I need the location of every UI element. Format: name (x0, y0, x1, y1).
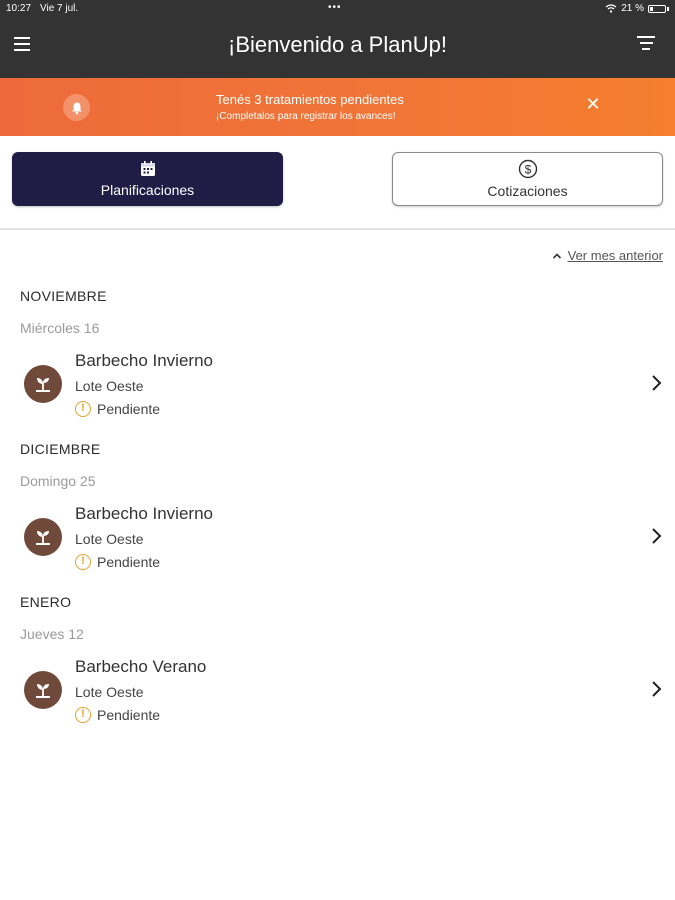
status-label: Pendiente (97, 554, 161, 570)
status-right: 21 % (605, 3, 669, 14)
status-time: 10:27 (6, 3, 32, 14)
close-icon[interactable]: ✕ (583, 94, 603, 114)
status-bar: 10:27 Vie 7 jul. ••• 21 % (0, 0, 675, 18)
banner-title: Tenés 3 tratamientos pendientes (216, 92, 404, 107)
dollar-circle-icon: $ (518, 159, 537, 179)
svg-text:$: $ (524, 163, 531, 177)
treatment-row[interactable]: Barbecho Invierno Lote Oeste ! Pendiente (0, 496, 675, 576)
treatment-title: Barbecho Verano (75, 657, 207, 676)
chevron-right-icon (652, 375, 662, 391)
tab-cotizaciones-label: Cotizaciones (487, 183, 568, 199)
month-header: NOVIEMBRE (20, 288, 107, 304)
bell-icon (63, 94, 90, 121)
sprout-icon (24, 671, 62, 709)
prev-month-link[interactable]: Ver mes anterior (552, 248, 663, 263)
month-header: DICIEMBRE (20, 441, 101, 457)
banner-subtitle: ¡Completalos para registrar los avances! (216, 111, 396, 122)
status-date: Vie 7 jul. (40, 3, 79, 14)
warning-icon: ! (75, 401, 91, 417)
battery-icon (648, 4, 666, 13)
tab-planificaciones-label: Planificaciones (100, 182, 195, 198)
day-header: Domingo 25 (20, 473, 96, 489)
treatment-lote: Lote Oeste (75, 378, 144, 394)
battery-tip (667, 6, 669, 11)
treatment-status: ! Pendiente (75, 401, 160, 417)
warning-icon: ! (75, 707, 91, 723)
sprout-icon (24, 365, 62, 403)
treatment-title: Barbecho Invierno (75, 504, 213, 523)
treatment-lote: Lote Oeste (75, 684, 144, 700)
divider (0, 228, 675, 230)
treatment-row[interactable]: Barbecho Verano Lote Oeste ! Pendiente (0, 649, 675, 729)
warning-icon: ! (75, 554, 91, 570)
treatment-status: ! Pendiente (75, 707, 160, 723)
tab-cotizaciones[interactable]: $ Cotizaciones (392, 152, 663, 206)
filter-icon[interactable] (635, 36, 657, 58)
treatment-title: Barbecho Invierno (75, 351, 213, 370)
chevron-up-icon (552, 252, 561, 259)
multitask-dots: ••• (328, 2, 342, 13)
day-header: Jueves 12 (20, 626, 84, 642)
battery-percent: 21 % (621, 3, 644, 14)
treatment-lote: Lote Oeste (75, 531, 144, 547)
app-bar: ¡Bienvenido a PlanUp! (0, 18, 675, 78)
page-title: ¡Bienvenido a PlanUp! (228, 32, 447, 57)
chevron-right-icon (652, 681, 662, 697)
day-header: Miércoles 16 (20, 320, 100, 336)
pending-treatments-banner[interactable]: Tenés 3 tratamientos pendientes ¡Complet… (0, 78, 675, 136)
treatment-status: ! Pendiente (75, 554, 160, 570)
month-header: ENERO (20, 594, 72, 610)
tab-planificaciones[interactable]: Planificaciones (12, 152, 283, 206)
chevron-right-icon (652, 528, 662, 544)
status-label: Pendiente (97, 401, 161, 417)
sprout-icon (24, 518, 62, 556)
calendar-icon (140, 161, 155, 176)
prev-month-label: Ver mes anterior (567, 248, 663, 263)
wifi-icon (605, 4, 617, 13)
status-label: Pendiente (97, 707, 161, 723)
treatment-row[interactable]: Barbecho Invierno Lote Oeste ! Pendiente (0, 343, 675, 423)
